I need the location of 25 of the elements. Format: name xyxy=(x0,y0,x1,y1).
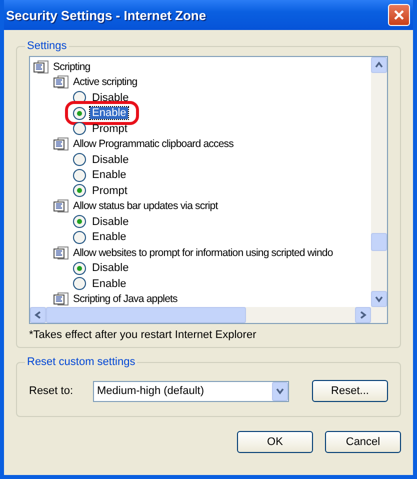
group-title: Settings xyxy=(26,40,68,52)
option-label[interactable]: Enable xyxy=(90,169,128,182)
reset-label: Reset to: xyxy=(29,385,74,397)
option-label[interactable]: Disable xyxy=(90,216,131,228)
level-dropdown[interactable]: Medium-high (default) xyxy=(93,380,289,402)
option-label[interactable]: Disable xyxy=(90,154,131,166)
reset-button[interactable]: Reset... xyxy=(312,380,388,402)
option-label[interactable]: Prompt xyxy=(90,122,130,135)
dialog-button[interactable]: OK xyxy=(237,431,313,453)
option-label[interactable]: Enable xyxy=(90,278,128,290)
group-title: Reset custom settings xyxy=(26,356,136,368)
setting-label: Scripting xyxy=(53,60,90,73)
restart-note: *Takes effect after you restart Internet Explorer xyxy=(29,329,258,341)
option-label[interactable]: Disable xyxy=(90,92,131,104)
window-title: Security Settings - Internet Zone xyxy=(6,8,206,22)
option-label[interactable]: Prompt xyxy=(90,184,130,197)
setting-label: Active scripting xyxy=(73,76,138,88)
setting-label: Scripting of Java applets xyxy=(73,293,178,306)
setting-label: Allow Programmatic clipboard access xyxy=(73,138,234,150)
option-label[interactable]: Enable xyxy=(90,107,128,120)
setting-label: Allow status bar updates via script xyxy=(73,200,218,212)
option-label[interactable]: Disable xyxy=(90,262,131,274)
option-label[interactable]: Enable xyxy=(90,231,128,244)
dialog-button[interactable]: Cancel xyxy=(325,431,401,453)
setting-label: Allow websites to prompt for information using scripted windo xyxy=(73,246,333,259)
